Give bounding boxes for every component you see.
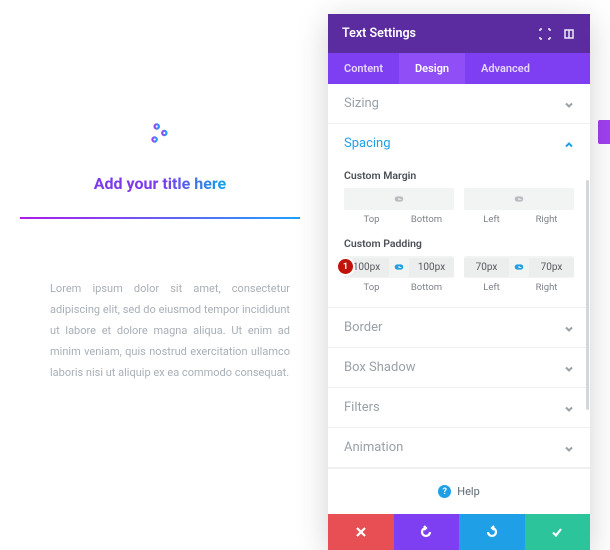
panel-body: Sizing Spacing Custom Margin (328, 84, 590, 514)
section-head-filters[interactable]: Filters (328, 388, 590, 427)
title-part2: title here (162, 174, 226, 193)
margin-left-input[interactable] (464, 195, 509, 203)
margin-row (344, 188, 574, 210)
padding-bottom-input[interactable]: 100px (409, 258, 454, 277)
padding-left-input[interactable]: 70px (464, 258, 509, 277)
padding-side-labels: Top Bottom Left Right (344, 282, 574, 293)
custom-padding-label: Custom Padding (344, 237, 574, 250)
annotation-marker-1: 1 (338, 259, 353, 274)
label-top: Top (344, 214, 399, 225)
section-head-border[interactable]: Border (328, 308, 590, 347)
tab-content[interactable]: Content (328, 53, 399, 84)
margin-right-input[interactable] (529, 195, 574, 203)
margin-top-input[interactable] (344, 195, 389, 203)
panel-footer (328, 514, 590, 550)
section-label: Box Shadow (344, 360, 416, 375)
cancel-button[interactable] (328, 514, 394, 550)
margin-left-right (464, 188, 574, 210)
label-top: Top (344, 282, 399, 293)
panel-header[interactable]: Text Settings (328, 14, 590, 53)
custom-margin-label: Custom Margin (344, 169, 574, 182)
help-icon: ? (438, 485, 451, 498)
section-spacing: Spacing Custom Margin (328, 124, 590, 308)
title-part1: Add your (94, 174, 163, 193)
padding-left-right: 70px 70px (464, 256, 574, 278)
section-label: Filters (344, 400, 380, 415)
sliders-icon (147, 120, 173, 150)
link-icon[interactable] (389, 193, 409, 205)
title-placeholder[interactable]: Add your title here (20, 174, 300, 193)
chevron-down-icon (564, 403, 574, 413)
chevron-down-icon (564, 99, 574, 109)
redo-icon (485, 525, 499, 539)
section-head-spacing[interactable]: Spacing (328, 124, 590, 163)
section-border: Border (328, 308, 590, 348)
label-left: Left (464, 282, 519, 293)
help-label: Help (457, 485, 480, 498)
redo-button[interactable] (459, 514, 525, 550)
margin-bottom-input[interactable] (409, 195, 454, 203)
chevron-down-icon (564, 363, 574, 373)
section-label: Animation (344, 440, 403, 455)
panel-title: Text Settings (342, 26, 416, 41)
page-settings-tab[interactable] (598, 120, 610, 144)
spacing-content: Custom Margin Top (328, 169, 590, 307)
section-head-sizing[interactable]: Sizing (328, 84, 590, 123)
undo-icon (419, 525, 433, 539)
body-text[interactable]: Lorem ipsum dolor sit amet, consectetur … (20, 279, 300, 383)
canvas: Add your title here Lorem ipsum dolor si… (0, 0, 320, 525)
link-icon[interactable] (389, 261, 409, 273)
link-icon[interactable] (509, 261, 529, 273)
label-bottom: Bottom (399, 282, 454, 293)
label-right: Right (519, 282, 574, 293)
panel-tabs: Content Design Advanced (328, 53, 590, 84)
save-button[interactable] (525, 514, 591, 550)
section-box-shadow: Box Shadow (328, 348, 590, 388)
label-right: Right (519, 214, 574, 225)
label-left: Left (464, 214, 519, 225)
section-head-box-shadow[interactable]: Box Shadow (328, 348, 590, 387)
section-animation: Animation (328, 428, 590, 468)
title-underline (20, 217, 300, 219)
undo-button[interactable] (394, 514, 460, 550)
tab-advanced[interactable]: Advanced (465, 53, 546, 84)
chevron-down-icon (564, 443, 574, 453)
chevron-down-icon (564, 323, 574, 333)
scrollbar[interactable] (586, 180, 589, 410)
section-label: Spacing (344, 136, 391, 151)
module-preview: Add your title here (20, 120, 300, 219)
section-label: Sizing (344, 96, 379, 111)
padding-right-input[interactable]: 70px (529, 258, 574, 277)
padding-top-bottom: 100px 100px (344, 256, 454, 278)
margin-top-bottom (344, 188, 454, 210)
link-icon[interactable] (509, 193, 529, 205)
tab-design[interactable]: Design (399, 53, 465, 84)
margin-side-labels: Top Bottom Left Right (344, 214, 574, 225)
snap-icon[interactable] (562, 27, 576, 41)
help-link[interactable]: ? Help (328, 468, 590, 514)
section-sizing: Sizing (328, 84, 590, 124)
chevron-up-icon (564, 139, 574, 149)
settings-panel: Text Settings Content Design Advanced Si… (328, 14, 590, 550)
label-bottom: Bottom (399, 214, 454, 225)
expand-icon[interactable] (538, 27, 552, 41)
close-icon (354, 525, 368, 539)
section-label: Border (344, 320, 382, 335)
padding-row: 1 100px 100px 70px 70px (344, 256, 574, 278)
section-head-animation[interactable]: Animation (328, 428, 590, 467)
section-filters: Filters (328, 388, 590, 428)
check-icon (550, 525, 564, 539)
